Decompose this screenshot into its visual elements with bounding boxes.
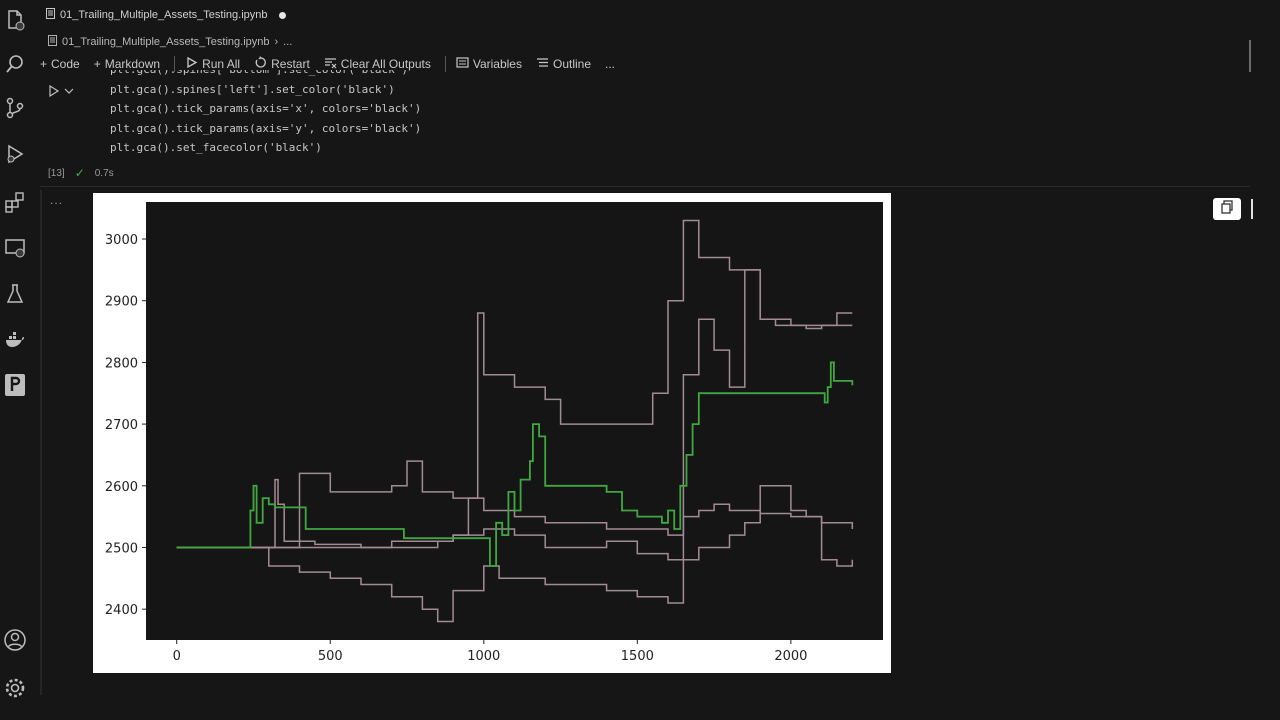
breadcrumb-more[interactable]: ... [283,36,292,48]
output-actions[interactable]: ... [50,193,63,207]
restart-label: Restart [271,57,310,71]
code-line: plt.gca().set_facecolor('black') [110,141,322,154]
run-debug-icon[interactable] [3,142,27,166]
explorer-icon[interactable] [3,8,27,32]
run-cell-icon[interactable] [48,84,60,102]
code-line: plt.gca().tick_params(axis='x', colors='… [110,102,422,115]
x-tick-label: 0 [173,649,181,664]
breadcrumb: 01_Trailing_Multiple_Assets_Testing.ipyn… [48,34,292,50]
markdown-label: Markdown [104,57,161,71]
clear-all-label: Clear All Outputs [340,57,431,71]
y-tick-label: 2400 [105,603,138,618]
add-code-button[interactable]: + Code [40,57,80,71]
outline-label: Outline [552,57,592,71]
y-tick-label: 2900 [105,295,138,310]
y-tick-label: 2700 [105,418,138,433]
breadcrumb-file[interactable]: 01_Trailing_Multiple_Assets_Testing.ipyn… [62,36,270,48]
code-line: plt.gca().spines['bottom'].set_color('bl… [110,70,1230,80]
more-actions-button[interactable]: ... [605,57,615,71]
notebook-file-icon [48,35,57,49]
cell-run-controls [48,84,74,102]
execution-duration: 0.7s [94,167,114,179]
plot-area [146,202,883,640]
remote-explorer-icon[interactable] [3,236,27,260]
scrollbar-thumb[interactable] [1249,40,1251,72]
check-icon: ✓ [74,166,85,180]
add-markdown-button[interactable]: + Markdown [94,57,160,71]
extensions-icon[interactable] [3,190,27,214]
code-line: plt.gca().spines['left'].set_color('blac… [110,82,395,96]
code-editor[interactable]: plt.gca().spines['bottom'].set_color('bl… [110,70,1230,165]
x-tick-label: 2000 [774,649,807,664]
variables-label: Variables [472,57,522,71]
testing-flask-icon[interactable] [3,282,27,306]
line-chart: 0 500 1000 1500 2000 2400 2500 2600 2700 2800 2900… [105,202,883,664]
editor-tab-bar: 01_Trailing_Multiple_Assets_Testing.ipyn… [30,0,1280,30]
y-tick-label: 2800 [105,356,138,371]
plus-icon: + [93,57,101,71]
plus-icon: + [40,57,48,71]
docker-icon[interactable] [3,328,27,352]
plot-figure: 0 500 1000 1500 2000 2400 2500 2600 2700 2800 2900… [93,193,891,673]
output-gutter [40,190,42,695]
chevron-right-icon: › [274,36,279,48]
code-line: plt.gca().tick_params(axis='y', colors='… [110,121,422,135]
more-label: ... [605,57,616,71]
y-tick-label: 3000 [105,233,138,248]
cell-status: [13] ✓ 0.7s [48,166,114,180]
copy-output-button[interactable] [1213,198,1241,220]
x-tick-label: 500 [318,649,343,664]
unsaved-dot-icon[interactable] [278,11,286,19]
search-icon[interactable] [3,52,27,76]
x-tick-label: 1000 [467,649,500,664]
x-tick-label: 1500 [621,649,654,664]
run-all-label: Run All [202,57,241,71]
cell-divider [40,186,1250,187]
copy-icon [1220,199,1234,219]
execution-count: [13] [48,167,65,179]
activity-bar [0,0,30,720]
tab-filename: 01_Trailing_Multiple_Assets_Testing.ipyn… [60,9,268,21]
extension-p-icon[interactable] [3,372,27,396]
source-control-icon[interactable] [3,96,27,120]
code-label: Code [51,57,80,71]
chevron-down-icon[interactable] [64,84,74,102]
account-icon[interactable] [3,628,27,652]
y-tick-label: 2600 [105,480,138,495]
settings-gear-icon[interactable] [3,676,27,700]
y-tick-label: 2500 [105,541,138,556]
editor-cursor [1251,199,1253,219]
notebook-file-icon [46,8,55,22]
editor-tab[interactable]: 01_Trailing_Multiple_Assets_Testing.ipyn… [46,6,286,24]
